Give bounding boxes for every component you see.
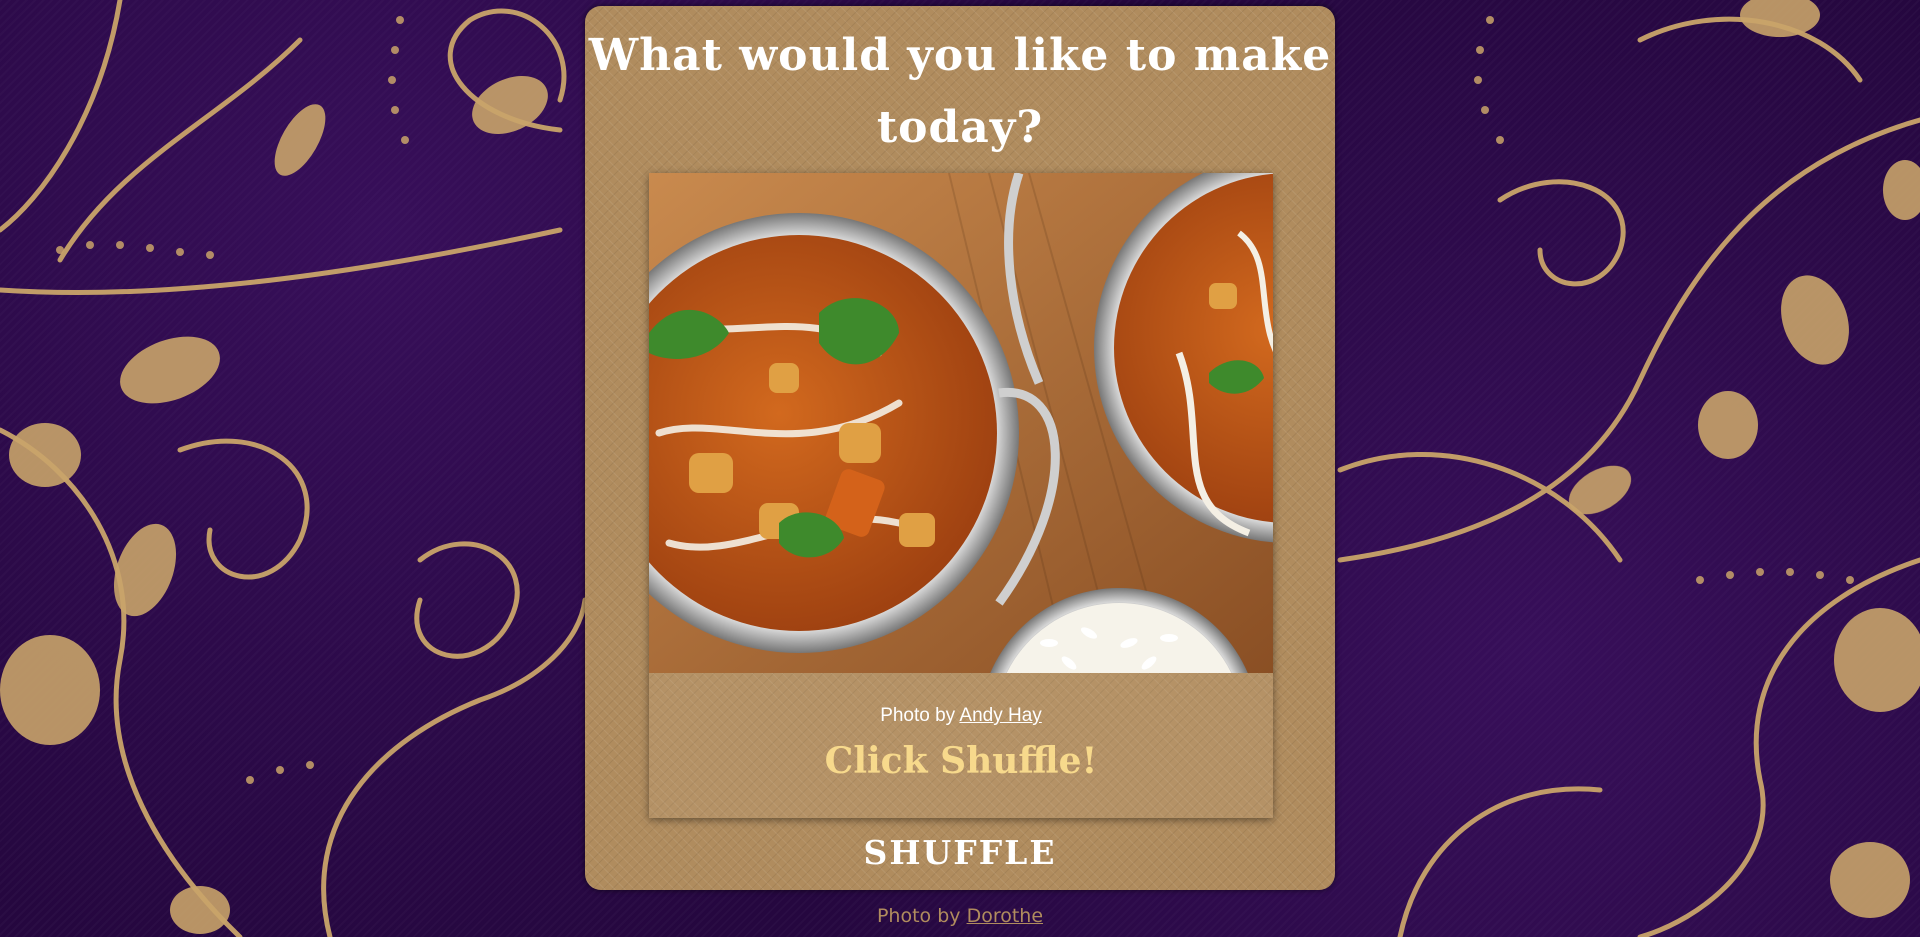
shuffle-prompt: Click Shuffle! bbox=[824, 740, 1098, 782]
recipe-card: What would you like to make today? Photo… bbox=[585, 6, 1335, 890]
food-photo bbox=[649, 173, 1273, 673]
photo-credit: Photo by Andy Hay bbox=[649, 705, 1273, 727]
background-credit-label: Photo by bbox=[876, 905, 961, 927]
background-photo-credit: Photo by Dorothe bbox=[0, 905, 1920, 927]
shuffle-button[interactable]: SHUFFLE bbox=[835, 824, 1085, 880]
page-title: What would you like to make today? bbox=[588, 30, 1332, 153]
photo-credit-label: Photo by bbox=[880, 705, 956, 726]
recipe-photo-card: Photo by Andy Hay Click Shuffle! bbox=[649, 173, 1273, 818]
background-author-link[interactable]: Dorothe bbox=[967, 905, 1043, 927]
photo-author-link[interactable]: Andy Hay bbox=[959, 705, 1041, 726]
